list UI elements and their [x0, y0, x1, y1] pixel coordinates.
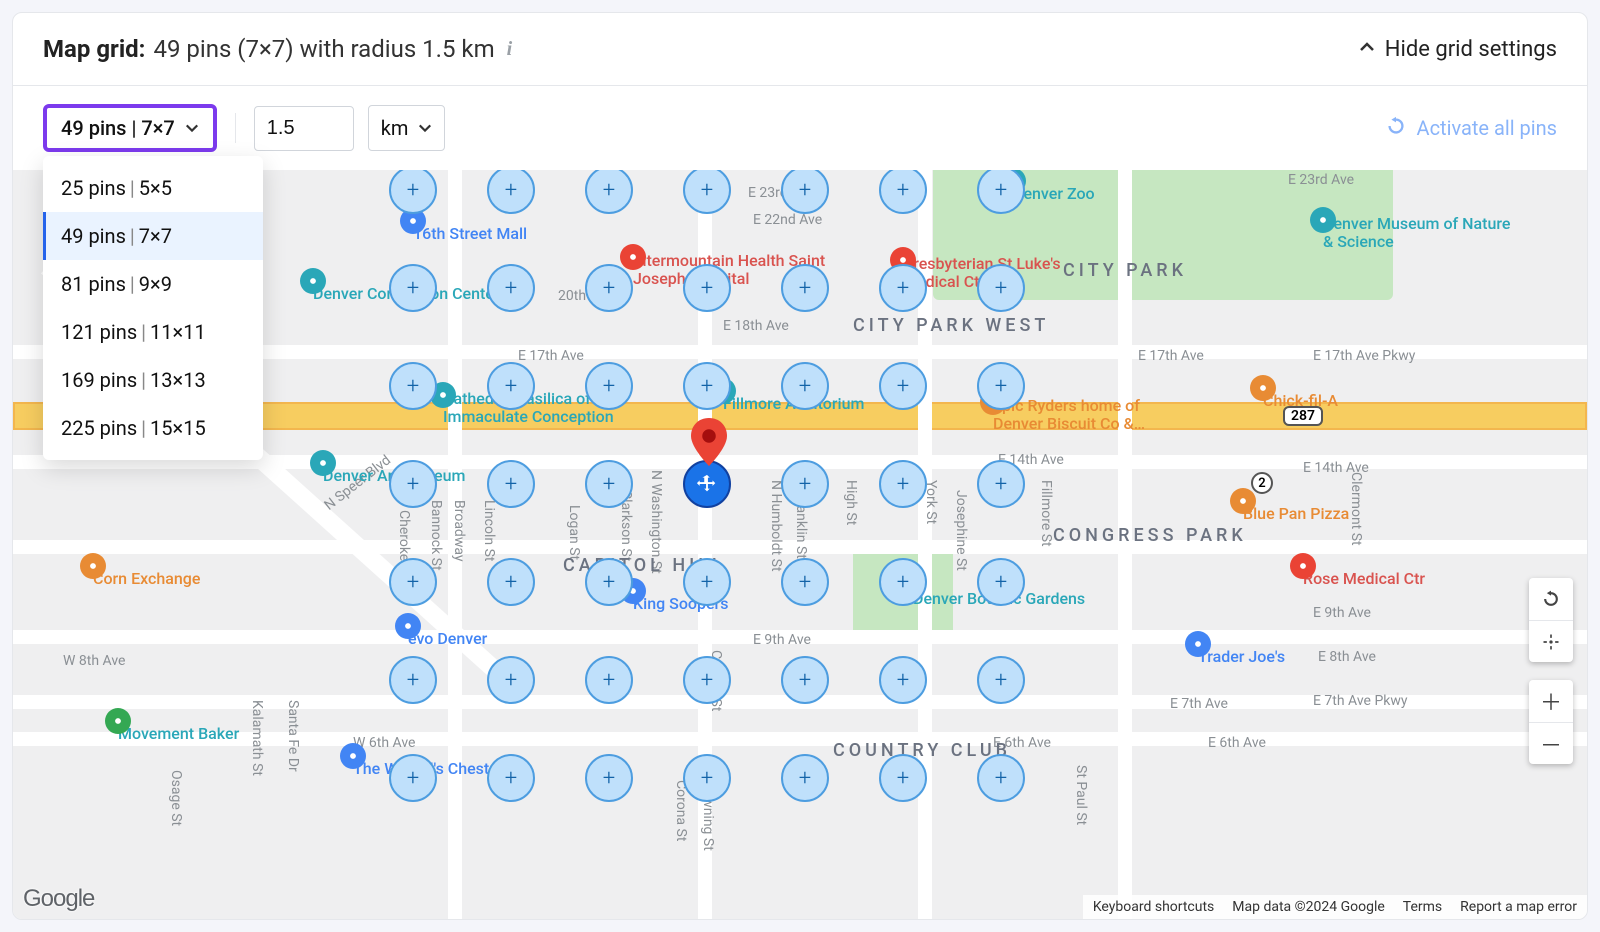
grid-pin[interactable]: +: [585, 656, 633, 704]
grid-pin[interactable]: +: [977, 362, 1025, 410]
grid-pin[interactable]: +: [389, 558, 437, 606]
grid-pin[interactable]: +: [879, 460, 927, 508]
grid-pin[interactable]: +: [585, 754, 633, 802]
grid-pin[interactable]: +: [487, 754, 535, 802]
grid-pin[interactable]: +: [977, 558, 1025, 606]
undo-icon: [1385, 115, 1407, 142]
chevron-down-icon: [185, 116, 199, 140]
center-location-marker[interactable]: [691, 418, 727, 470]
grid-pin[interactable]: +: [683, 754, 731, 802]
grid-pin[interactable]: +: [585, 264, 633, 312]
grid-pin[interactable]: +: [879, 754, 927, 802]
header-title: Map grid: 49 pins (7×7) with radius 1.5 …: [43, 35, 512, 63]
map-data-attribution: Map data ©2024 Google: [1232, 899, 1385, 915]
grid-pin[interactable]: +: [781, 170, 829, 214]
pins-dropdown-value: 49 pins | 7×7: [61, 116, 175, 140]
grid-pin[interactable]: +: [487, 460, 535, 508]
pins-dropdown-menu: 25 pins|5×549 pins|7×781 pins|9×9121 pin…: [43, 156, 263, 460]
grid-pin[interactable]: +: [977, 754, 1025, 802]
grid-pin[interactable]: +: [389, 170, 437, 214]
google-logo: Google: [23, 885, 94, 913]
grid-pin[interactable]: +: [487, 362, 535, 410]
activate-all-pins-button[interactable]: Activate all pins: [1385, 115, 1557, 142]
grid-pin[interactable]: +: [487, 656, 535, 704]
grid-pin[interactable]: +: [683, 558, 731, 606]
pins-option[interactable]: 121 pins|11×11: [43, 308, 263, 356]
grid-pin[interactable]: +: [389, 754, 437, 802]
hide-grid-settings-button[interactable]: Hide grid settings: [1359, 37, 1557, 62]
grid-pin[interactable]: +: [781, 558, 829, 606]
grid-pin[interactable]: +: [389, 264, 437, 312]
pins-dropdown-button[interactable]: 49 pins | 7×7: [43, 104, 217, 152]
grid-pin[interactable]: +: [487, 170, 535, 214]
header-title-summary: 49 pins (7×7) with radius 1.5 km: [153, 35, 494, 63]
map-zoom-in-button[interactable]: ＋: [1529, 680, 1573, 722]
grid-pin[interactable]: +: [879, 170, 927, 214]
grid-pin[interactable]: +: [585, 558, 633, 606]
map-footer: Keyboard shortcuts Map data ©2024 Google…: [1083, 895, 1587, 919]
grid-pin[interactable]: +: [781, 264, 829, 312]
chevron-up-icon: [1359, 39, 1375, 60]
grid-pin[interactable]: +: [487, 558, 535, 606]
grid-pin[interactable]: +: [977, 264, 1025, 312]
unit-value: km: [381, 116, 409, 140]
grid-pin[interactable]: +: [683, 656, 731, 704]
activate-all-pins-label: Activate all pins: [1417, 116, 1557, 140]
grid-pin[interactable]: +: [781, 754, 829, 802]
grid-pin[interactable]: +: [389, 656, 437, 704]
controls-left: 49 pins | 7×7 25 pins|5×549 pins|7×781 p…: [43, 104, 445, 152]
grid-pin[interactable]: +: [683, 362, 731, 410]
chevron-down-icon: [418, 116, 432, 140]
map-pin-icon: [691, 418, 727, 466]
map-reset-recenter-controls: [1529, 578, 1573, 662]
grid-pin[interactable]: +: [781, 362, 829, 410]
grid-pin[interactable]: +: [781, 460, 829, 508]
map-reset-button[interactable]: [1529, 578, 1573, 620]
grid-pin[interactable]: +: [977, 170, 1025, 214]
map-zoom-controls: ＋ －: [1529, 680, 1573, 764]
grid-pin[interactable]: +: [683, 170, 731, 214]
controls-row: 49 pins | 7×7 25 pins|5×549 pins|7×781 p…: [13, 86, 1587, 170]
radius-input[interactable]: [254, 106, 354, 151]
grid-pin[interactable]: +: [389, 460, 437, 508]
map-zoom-out-button[interactable]: －: [1529, 722, 1573, 764]
grid-pin[interactable]: +: [879, 558, 927, 606]
grid-pin[interactable]: +: [585, 362, 633, 410]
grid-pin[interactable]: +: [879, 264, 927, 312]
hide-grid-settings-label: Hide grid settings: [1385, 37, 1557, 62]
header-title-label: Map grid:: [43, 35, 145, 63]
grid-pin[interactable]: +: [683, 264, 731, 312]
unit-select[interactable]: km: [368, 105, 446, 151]
separator: [235, 113, 236, 143]
report-map-error-link[interactable]: Report a map error: [1460, 899, 1577, 915]
grid-pin[interactable]: +: [585, 170, 633, 214]
pins-option[interactable]: 225 pins|15×15: [43, 404, 263, 452]
keyboard-shortcuts-link[interactable]: Keyboard shortcuts: [1093, 899, 1214, 915]
grid-pin[interactable]: +: [879, 656, 927, 704]
grid-pin[interactable]: +: [487, 264, 535, 312]
grid-pin[interactable]: +: [781, 656, 829, 704]
grid-pin[interactable]: +: [977, 460, 1025, 508]
map-grid-panel: Map grid: 49 pins (7×7) with radius 1.5 …: [12, 12, 1588, 920]
panel-header: Map grid: 49 pins (7×7) with radius 1.5 …: [13, 13, 1587, 86]
pins-option[interactable]: 169 pins|13×13: [43, 356, 263, 404]
grid-pin[interactable]: +: [879, 362, 927, 410]
terms-link[interactable]: Terms: [1403, 899, 1442, 915]
map-recenter-button[interactable]: [1529, 620, 1573, 662]
grid-pin[interactable]: +: [977, 656, 1025, 704]
info-icon[interactable]: i: [503, 38, 513, 61]
grid-pin[interactable]: +: [585, 460, 633, 508]
grid-pin[interactable]: +: [389, 362, 437, 410]
pins-option[interactable]: 25 pins|5×5: [43, 164, 263, 212]
pins-option[interactable]: 49 pins|7×7: [43, 212, 263, 260]
pins-option[interactable]: 81 pins|9×9: [43, 260, 263, 308]
